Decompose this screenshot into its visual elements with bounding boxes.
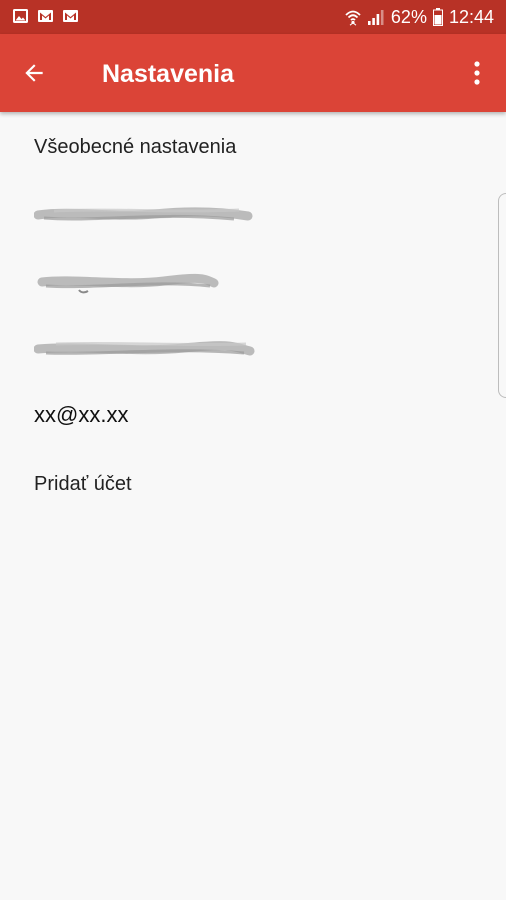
account-email: xx@xx.xx [34, 402, 129, 427]
overflow-menu-button[interactable] [462, 53, 492, 93]
general-settings-item[interactable]: Všeobecné nastavenia [0, 122, 490, 172]
clock: 12:44 [448, 7, 494, 27]
redacted-account-2[interactable] [0, 256, 490, 306]
redacted-text-1 [34, 207, 253, 221]
account-email-item[interactable]: xx@xx.xx [0, 391, 490, 441]
battery-icon [432, 8, 443, 26]
battery-percent: 62% [390, 7, 427, 27]
gmail-icon [38, 10, 53, 22]
more-vert-icon [474, 61, 480, 85]
redacted-text-2 [37, 273, 219, 294]
signal-icon [367, 10, 384, 25]
page-title: Nastavenia [102, 60, 235, 88]
status-indicators: 62% 12:44 [345, 5, 494, 29]
redacted-account-1[interactable] [0, 190, 490, 240]
add-account-item[interactable]: Pridať účet [0, 459, 490, 509]
redacted-account-3[interactable] [0, 324, 490, 374]
general-settings-label: Všeobecné nastavenia [34, 136, 237, 158]
status-bar: 62% 12:44 [0, 0, 506, 34]
gmail-icon [63, 10, 78, 22]
wifi-icon [345, 10, 361, 26]
redacted-text-3 [34, 341, 255, 356]
edge-panel-handle[interactable] [498, 193, 506, 398]
notification-icons [12, 8, 79, 24]
arrow-back-icon [25, 64, 43, 82]
app-bar: Nastavenia [0, 34, 506, 112]
add-account-label: Pridať účet [34, 473, 132, 495]
back-button[interactable] [14, 53, 54, 93]
image-icon [13, 9, 28, 23]
